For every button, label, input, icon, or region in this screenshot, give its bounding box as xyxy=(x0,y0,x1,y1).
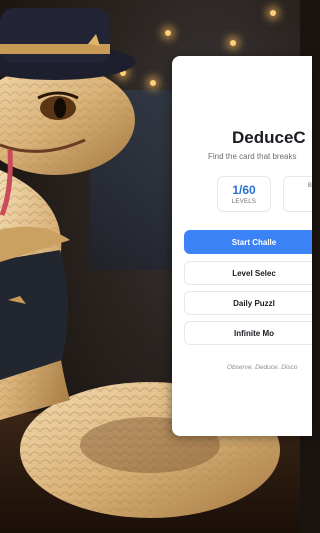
second-stat-label: B xyxy=(307,183,312,189)
tagline: Observe. Deduce. Disco xyxy=(227,364,298,371)
daily-puzzle-button[interactable]: Daily Puzzl xyxy=(184,291,312,315)
levels-value: 1/60 xyxy=(232,183,256,197)
start-challenge-button[interactable]: Start Challe xyxy=(184,230,312,254)
level-select-button[interactable]: Level Selec xyxy=(184,261,312,285)
app-subtitle: Find the card that breaks xyxy=(208,152,297,161)
menu-card: DeduceC Find the card that breaks 1/60 L… xyxy=(172,56,312,436)
infinite-mode-button[interactable]: Infinite Mo xyxy=(184,321,312,345)
levels-stat: 1/60 LEVELS xyxy=(217,176,271,212)
app-title: DeduceC xyxy=(232,128,306,147)
second-stat: B xyxy=(283,176,312,212)
levels-label: LEVELS xyxy=(231,199,257,205)
